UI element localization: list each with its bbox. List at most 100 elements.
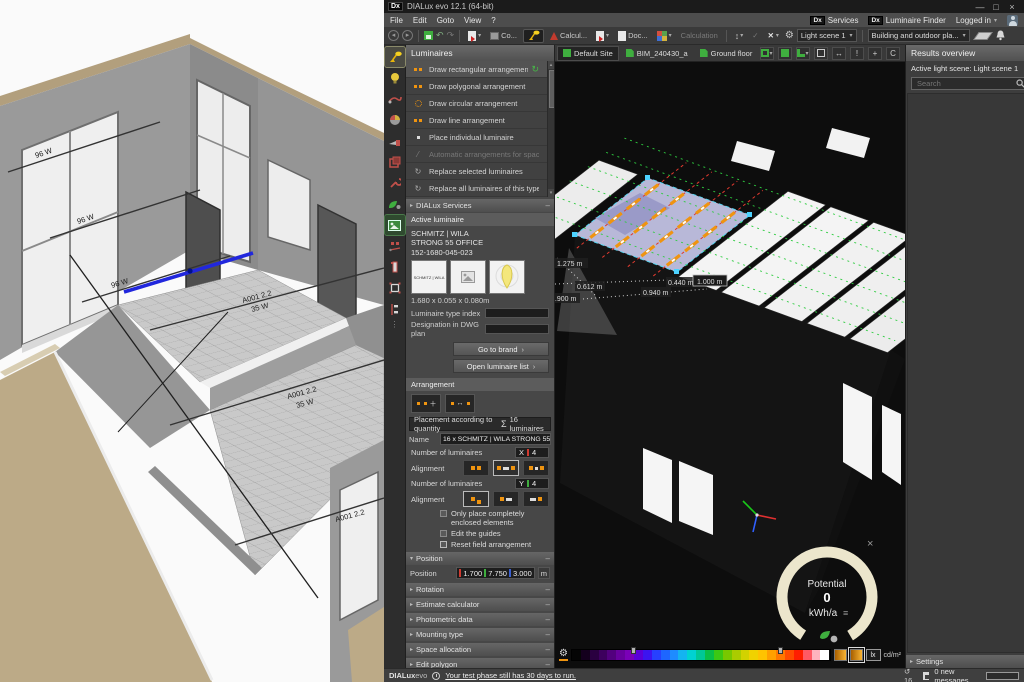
back-button[interactable]: ◂ bbox=[388, 30, 399, 41]
views-mode-icon[interactable] bbox=[385, 215, 405, 235]
save-button[interactable] bbox=[424, 31, 433, 40]
light-scene-select[interactable]: Light scene 1▾ bbox=[797, 29, 857, 42]
spaces-mode-icon[interactable] bbox=[385, 152, 405, 172]
swatch-button-selected[interactable] bbox=[850, 649, 863, 661]
tool-item[interactable]: Draw rectangular arrangement↻ bbox=[406, 61, 547, 78]
align-y-center-button[interactable] bbox=[493, 491, 519, 507]
calculation-objects-button[interactable]: Calcul... bbox=[547, 29, 590, 43]
menu-help[interactable]: ? bbox=[491, 16, 495, 25]
export-button[interactable]: ▾ bbox=[593, 29, 612, 43]
pan-button[interactable]: + bbox=[868, 47, 882, 60]
undo-button[interactable]: ↶ bbox=[436, 30, 444, 41]
dwg-input[interactable] bbox=[485, 324, 549, 334]
swatch-button[interactable] bbox=[834, 649, 847, 661]
align-y-spread-button[interactable] bbox=[523, 491, 549, 507]
align-x-start-button[interactable] bbox=[463, 460, 489, 476]
section-position[interactable]: ▾ Position – bbox=[406, 552, 554, 565]
construction-tool-button[interactable]: ▾ bbox=[465, 29, 484, 43]
scroll-up-arrow[interactable]: ▴ bbox=[548, 61, 554, 69]
photometric-curve-thumbnail[interactable] bbox=[489, 260, 525, 294]
services-button[interactable]: Dx Services bbox=[810, 16, 858, 25]
scale-handle-low[interactable] bbox=[631, 647, 636, 654]
section-dialux-services[interactable]: ▸ DIALux Services – bbox=[406, 199, 554, 212]
hierarchy-mode-icon[interactable] bbox=[385, 299, 405, 319]
tool-item[interactable]: ⁄Automatic arrangements for spaces bbox=[406, 146, 547, 163]
maximize-button[interactable]: □ bbox=[988, 2, 1004, 12]
trial-phase-link[interactable]: Your test phase still has 30 days to run… bbox=[445, 671, 576, 680]
photo-thumbnail[interactable] bbox=[450, 260, 486, 294]
tool-item[interactable]: Place individual luminaire bbox=[406, 129, 547, 146]
scale-handle-high[interactable] bbox=[778, 647, 783, 654]
menu-file[interactable]: File bbox=[390, 16, 403, 25]
tool-item[interactable]: Draw polygonal arrangement bbox=[406, 78, 547, 95]
overlay-close-icon[interactable]: × bbox=[867, 538, 873, 550]
section-rotation[interactable]: ▸Rotation– bbox=[406, 583, 554, 596]
display-mode-button[interactable] bbox=[778, 47, 792, 60]
gauge-menu-icon[interactable]: ≡ bbox=[843, 608, 848, 618]
messages-label[interactable]: 0 new messages bbox=[934, 667, 980, 682]
checkbox[interactable] bbox=[440, 510, 447, 517]
settings-gear-button[interactable]: ⚙ bbox=[785, 30, 794, 41]
selection-mode-icon[interactable] bbox=[385, 278, 405, 298]
scale-settings-gear-icon[interactable]: ⚙ bbox=[559, 649, 568, 661]
luminaires-mode-icon[interactable] bbox=[385, 47, 405, 67]
close-button[interactable]: × bbox=[1004, 2, 1020, 12]
section-photometric-data[interactable]: ▸Photometric data– bbox=[406, 613, 554, 626]
light-mode-button[interactable] bbox=[523, 29, 544, 43]
section-estimate-calculator[interactable]: ▸Estimate calculator– bbox=[406, 598, 554, 611]
placement-by-quantity[interactable]: Placement according to quantity Σ 16 lum… bbox=[409, 417, 551, 431]
tools-wrench-icon[interactable] bbox=[385, 173, 405, 193]
redo-button[interactable]: ↷ bbox=[447, 30, 455, 41]
option-enclosed[interactable]: Only place completely enclosed elements bbox=[406, 508, 554, 528]
open-luminaire-list-button[interactable]: Open luminaire list› bbox=[453, 359, 549, 373]
energy-leaf-icon[interactable] bbox=[385, 194, 405, 214]
unit-lx-button[interactable]: lx bbox=[866, 649, 881, 661]
annotation-button[interactable]: ! bbox=[850, 47, 864, 60]
align-x-spread-button[interactable] bbox=[523, 460, 549, 476]
measure-button[interactable]: ↔ bbox=[832, 47, 846, 60]
tool-item[interactable]: ↻Replace selected luminaires bbox=[406, 163, 547, 180]
brand-logo-thumbnail[interactable]: SCHMITZ | WILA bbox=[411, 260, 447, 294]
surface-tool-button[interactable] bbox=[973, 29, 993, 43]
view-orientation-button[interactable]: ▾ bbox=[760, 47, 774, 60]
overflow-dots[interactable]: ⋮ bbox=[391, 320, 399, 329]
option-edit-guides[interactable]: Edit the guides bbox=[406, 528, 554, 539]
tool-item[interactable]: ↻Replace all luminaires of this type bbox=[406, 180, 547, 197]
construction-mode-button[interactable]: Co... bbox=[487, 29, 520, 43]
menu-goto[interactable]: Goto bbox=[437, 16, 454, 25]
scroll-down-arrow[interactable]: ▾ bbox=[548, 189, 554, 197]
results-list-area[interactable] bbox=[907, 93, 1024, 653]
position-input[interactable]: 1.700 7.750 3.000 bbox=[456, 567, 534, 579]
project-mode-select[interactable]: Building and outdoor pla...▾ bbox=[868, 29, 970, 42]
tab-ground-floor[interactable]: Ground floor bbox=[695, 46, 758, 61]
false-color-scale[interactable] bbox=[571, 649, 831, 661]
search-input[interactable] bbox=[915, 78, 1016, 89]
align-y-start-button[interactable] bbox=[463, 491, 489, 507]
forward-button[interactable]: ▸ bbox=[402, 30, 413, 41]
position-unit[interactable]: m bbox=[538, 567, 550, 579]
arrangement-type-field-button[interactable]: ＋ bbox=[411, 394, 441, 413]
tab-bim-model[interactable]: BIM_240430_a bbox=[621, 46, 693, 61]
arrangement-name-input[interactable]: 16 x SCHMITZ | WILA STRONG 55 bbox=[440, 433, 551, 445]
cable-mode-icon[interactable] bbox=[385, 89, 405, 109]
cad-model-view[interactable]: 96 W 96 W 96 W A001 2.2 35 W A001 2.2 35… bbox=[0, 0, 384, 682]
notifications-bell-icon[interactable] bbox=[996, 30, 1005, 41]
logged-in-menu[interactable]: Logged in▾ bbox=[956, 16, 997, 25]
luminaire-finder-button[interactable]: Dx Luminaire Finder bbox=[868, 16, 945, 25]
title-bar[interactable]: Dx DIALux evo 12.1 (64-bit) — □ × bbox=[384, 0, 1024, 13]
dots-mode-icon[interactable] bbox=[385, 236, 405, 256]
documentation-button[interactable]: Doc... bbox=[615, 29, 651, 43]
tool-item[interactable]: Draw circular arrangement bbox=[406, 95, 547, 112]
save-status-icon[interactable] bbox=[923, 672, 930, 680]
arrangement-type-spacing-button[interactable]: ↔ bbox=[445, 394, 475, 413]
column-mode-icon[interactable] bbox=[385, 257, 405, 277]
tab-default-site[interactable]: Default Site bbox=[557, 46, 619, 61]
energy-pie-icon[interactable] bbox=[385, 110, 405, 130]
checkbox[interactable] bbox=[440, 530, 447, 537]
zoom-fit-button[interactable] bbox=[814, 47, 828, 60]
section-view-button[interactable]: ▾ bbox=[796, 47, 810, 60]
unit-cdm2-label[interactable]: cd/m² bbox=[884, 652, 902, 659]
lamp-bulb-mode-icon[interactable] bbox=[385, 68, 405, 88]
floodlight-mode-icon[interactable] bbox=[385, 131, 405, 151]
section-space-allocation[interactable]: ▸Space allocation– bbox=[406, 643, 554, 656]
